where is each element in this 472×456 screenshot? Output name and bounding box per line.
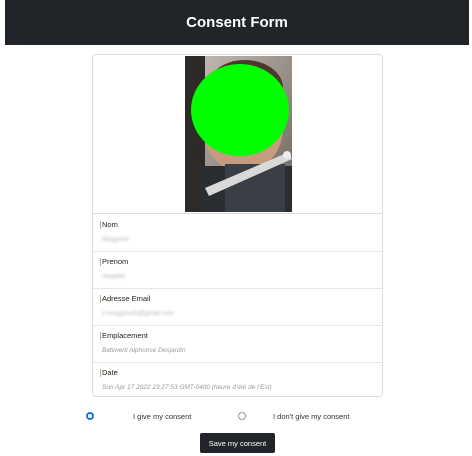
- field-value-prenom: Awaefet: [102, 273, 126, 280]
- field-nom: Nom Moggoch: [93, 214, 382, 252]
- field-value-date: Sun Apr 17 2022 23:27:53 GMT-0400 (heure…: [102, 384, 272, 391]
- save-consent-button[interactable]: Save my consent: [200, 433, 275, 453]
- field-label-email: Adresse Email: [99, 294, 151, 303]
- field-date: Date Sun Apr 17 2022 23:27:53 GMT-0400 (…: [93, 362, 382, 399]
- consent-radio-group: I give my consent I don't give my consen…: [0, 408, 472, 424]
- person-photo-icon: [185, 56, 292, 212]
- field-label-prenom: Prenom: [99, 257, 129, 266]
- field-email: Adresse Email n.moggouch@gmail.com: [93, 288, 382, 326]
- give-consent-label[interactable]: I give my consent: [133, 412, 191, 421]
- consent-card: Nom Moggoch Prenom Awaefet Adresse Email…: [92, 54, 383, 397]
- field-prenom: Prenom Awaefet: [93, 251, 382, 289]
- person-photo-image: [185, 56, 292, 212]
- give-consent-radio[interactable]: [86, 412, 94, 420]
- field-value-nom: Moggoch: [102, 236, 129, 243]
- app-header: Consent Form: [5, 0, 469, 45]
- deny-consent-label[interactable]: I don't give my consent: [273, 412, 349, 421]
- field-value-email: n.moggouch@gmail.com: [102, 310, 174, 317]
- field-emplacement: Emplacement Batiment Alphonse Desjardin: [93, 325, 382, 363]
- field-label-nom: Nom: [100, 220, 118, 229]
- deny-consent-radio[interactable]: [238, 412, 246, 420]
- page-title: Consent Form: [186, 14, 288, 31]
- field-value-emplacement: Batiment Alphonse Desjardin: [102, 347, 186, 354]
- field-label-emplacement: Emplacement: [100, 331, 148, 340]
- field-label-date: Date: [100, 368, 118, 377]
